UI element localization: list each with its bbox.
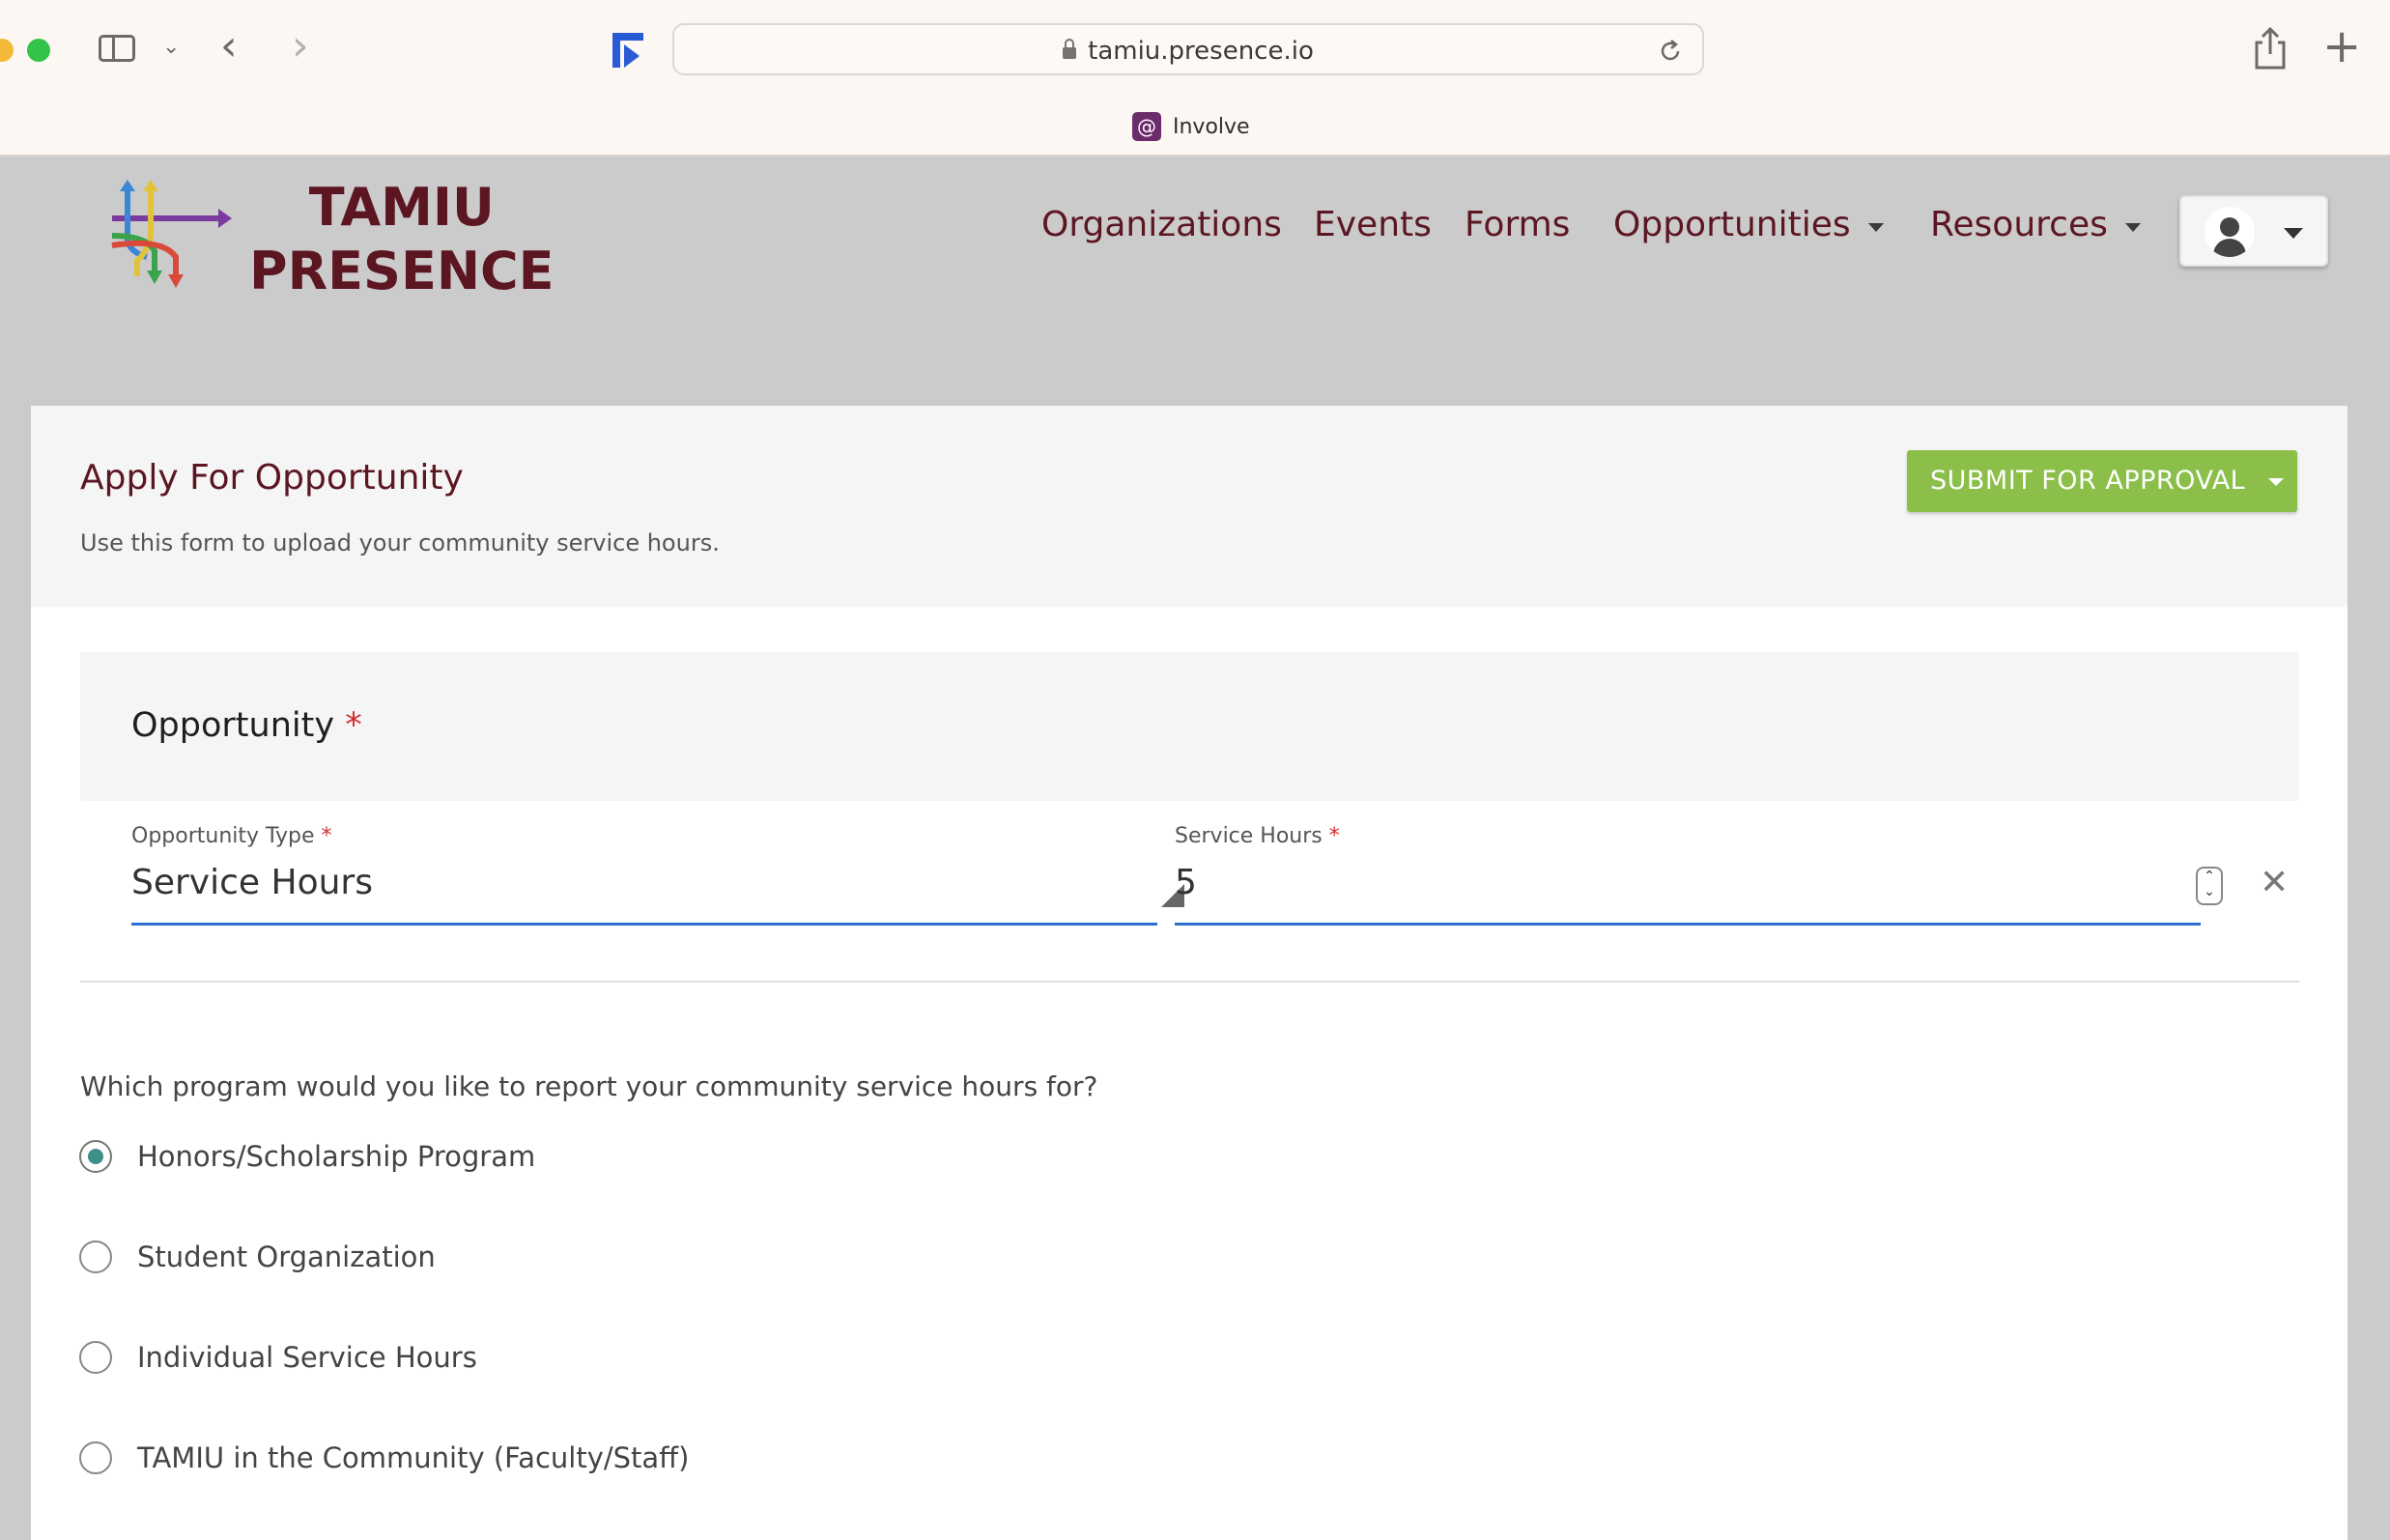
radio-option-honors[interactable]: Honors/Scholarship Program	[79, 1140, 535, 1173]
nav-forms[interactable]: Forms	[1465, 205, 1570, 244]
form-header: Apply For Opportunity Use this form to u…	[31, 406, 2347, 607]
browser-toolbar: ⌄ ‹ › tamiu.presence.io + @ Involve	[0, 0, 2390, 157]
nav-resources[interactable]: Resources	[1930, 205, 2141, 244]
nav-resources-label: Resources	[1930, 205, 2108, 244]
share-icon[interactable]	[2253, 27, 2288, 70]
nav-opportunities-label: Opportunities	[1613, 205, 1851, 244]
radio-label[interactable]: Honors/Scholarship Program	[137, 1140, 535, 1173]
nav-organizations[interactable]: Organizations	[1041, 205, 1282, 244]
new-tab-icon[interactable]: +	[2322, 19, 2361, 73]
chevron-down-icon[interactable]: ⌄	[162, 35, 180, 59]
caret-down-icon	[2124, 223, 2141, 232]
number-stepper-icon[interactable]: ⌃ ⌄	[2196, 867, 2223, 905]
logo-line-2: PRESENCE	[249, 241, 555, 301]
program-question: Which program would you like to report y…	[80, 1070, 1098, 1102]
caret-down-icon	[2284, 228, 2303, 239]
section-title-text: Opportunity	[131, 706, 335, 745]
radio-button[interactable]	[79, 1441, 112, 1474]
radio-button[interactable]	[79, 1140, 112, 1173]
site-header: TAMIU PRESENCE Organizations Events Form…	[0, 157, 2390, 406]
radio-label[interactable]: Individual Service Hours	[137, 1341, 477, 1374]
nav-opportunities[interactable]: Opportunities	[1613, 205, 1884, 244]
section-title: Opportunity *	[131, 706, 362, 745]
tab-involve[interactable]: @ Involve	[1132, 112, 1250, 141]
required-mark: *	[321, 824, 332, 848]
presence-logo-icon[interactable]	[108, 180, 234, 292]
close-icon[interactable]: ✕	[2260, 863, 2289, 902]
nav-events[interactable]: Events	[1314, 205, 1432, 244]
minimize-window-button[interactable]	[0, 39, 14, 62]
opportunity-type-label-text: Opportunity Type	[131, 824, 315, 848]
submit-options-caret-icon[interactable]	[2268, 478, 2284, 486]
radio-option-community[interactable]: TAMIU in the Community (Faculty/Staff)	[79, 1441, 689, 1474]
user-menu-button[interactable]	[2179, 195, 2328, 267]
opportunity-type-label: Opportunity Type *	[131, 824, 332, 848]
opportunity-section-header: Opportunity *	[80, 652, 2299, 801]
back-icon[interactable]: ‹	[220, 21, 238, 71]
radio-option-student-organization[interactable]: Student Organization	[79, 1241, 436, 1273]
page-title: Apply For Opportunity	[80, 458, 464, 498]
sidebar-toggle-icon[interactable]	[99, 35, 135, 62]
opportunity-type-select[interactable]: Service Hours	[131, 863, 373, 902]
service-hours-label-text: Service Hours	[1175, 824, 1323, 848]
radio-button[interactable]	[79, 1241, 112, 1273]
address-bar[interactable]: tamiu.presence.io	[672, 23, 1704, 75]
lock-icon	[1063, 39, 1077, 59]
reload-icon[interactable]	[1658, 39, 1683, 64]
zoom-window-button[interactable]	[27, 39, 50, 62]
required-mark: *	[1328, 824, 1340, 848]
caret-down-icon	[1867, 223, 1884, 232]
logo-line-1: TAMIU	[308, 177, 495, 238]
radio-option-individual[interactable]: Individual Service Hours	[79, 1341, 477, 1374]
extension-icon[interactable]	[611, 31, 647, 70]
service-hours-input[interactable]: 5	[1175, 863, 1197, 902]
required-mark: *	[345, 706, 362, 745]
service-hours-label: Service Hours *	[1175, 824, 1340, 848]
opportunity-type-underline	[131, 923, 1157, 926]
forward-icon[interactable]: ›	[292, 21, 309, 71]
radio-label[interactable]: TAMIU in the Community (Faculty/Staff)	[137, 1441, 689, 1474]
tab-title: Involve	[1173, 114, 1250, 139]
involve-favicon-icon: @	[1132, 112, 1161, 141]
submit-label: SUBMIT FOR APPROVAL	[1930, 466, 2246, 496]
service-hours-underline	[1175, 923, 2201, 926]
url-text: tamiu.presence.io	[1088, 37, 1314, 66]
submit-for-approval-button[interactable]: SUBMIT FOR APPROVAL	[1907, 450, 2297, 512]
radio-button[interactable]	[79, 1341, 112, 1374]
radio-label[interactable]: Student Organization	[137, 1241, 436, 1273]
opportunity-section: Opportunity * Opportunity Type * Service…	[80, 652, 2299, 983]
avatar-icon	[2205, 207, 2255, 257]
page-subtitle: Use this form to upload your community s…	[80, 529, 720, 556]
site-logo-text[interactable]: TAMIU PRESENCE	[249, 176, 555, 303]
